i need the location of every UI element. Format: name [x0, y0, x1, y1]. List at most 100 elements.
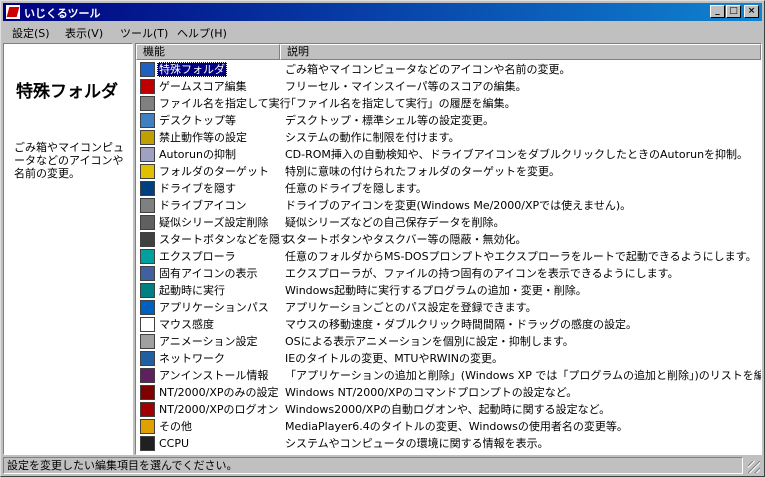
list-item[interactable]: その他 MediaPlayer6.4のタイトルの変更、Windowsの使用者名の変…: [136, 418, 761, 435]
list-item-description: アプリケーションごとのパス設定を登録できます。: [285, 301, 537, 314]
uninstall-icon: [140, 368, 155, 383]
title-bar[interactable]: いじくるツール _ □ ×: [3, 3, 762, 21]
list-item-name: NT/2000/XPのログオン: [159, 403, 279, 416]
cpu-icon: [140, 436, 155, 451]
nt-settings-icon: [140, 385, 155, 400]
main-window: いじくるツール _ □ × 設定(S) 表示(V) ツール(T) ヘルプ(H) …: [0, 0, 765, 477]
explorer-icon: [140, 249, 155, 264]
list-item[interactable]: アプリケーションパス アプリケーションごとのパス設定を登録できます。: [136, 299, 761, 316]
list-item-description: MediaPlayer6.4のタイトルの変更、Windowsの使用者名の変更等。: [285, 420, 628, 433]
desktop-icon: [140, 113, 155, 128]
list-item-description: システムやコンピュータの環境に関する情報を表示。: [285, 437, 549, 450]
list-item-description: 任意のフォルダからMS-DOSプロンプトやエクスプローラをルートで起動できるよう…: [285, 250, 757, 263]
status-bar: 設定を変更したい編集項目を選んでください。: [3, 457, 762, 475]
list-item[interactable]: ドライブを隠す 任意のドライブを隠します。: [136, 180, 761, 197]
list-item-description: エクスプローラが、ファイルの持つ固有のアイコンを表示できるようにします。: [285, 267, 679, 280]
list-item-description: ごみ箱やマイコンピュータなどのアイコンや名前の変更。: [285, 63, 571, 76]
list-item-name: 疑似シリーズ設定削除: [159, 216, 269, 229]
list-item-name: アニメーション設定: [159, 335, 258, 348]
drive-icon: [140, 198, 155, 213]
list-item-description: 疑似シリーズなどの自己保存データを削除。: [285, 216, 505, 229]
list-item-name: ネットワーク: [159, 352, 225, 365]
column-header-description[interactable]: 説明: [280, 44, 761, 60]
list-item-name: ドライブを隠す: [159, 182, 236, 195]
list-item[interactable]: 禁止動作等の設定 システムの動作に制限を付けます。: [136, 129, 761, 146]
list-item[interactable]: 疑似シリーズ設定削除 疑似シリーズなどの自己保存データを削除。: [136, 214, 761, 231]
list-item-name: ゲームスコア編集: [159, 80, 247, 93]
folder-blue-icon: [140, 62, 155, 77]
close-button[interactable]: ×: [744, 5, 759, 18]
list-item-name: ドライブアイコン: [159, 199, 247, 212]
list-item-description: 「ファイル名を指定して実行」の履歴を編集。: [285, 97, 516, 110]
list-item[interactable]: アンインストール情報 「アプリケーションの追加と削除」(Windows XP では…: [136, 367, 761, 384]
list-item-name: アンインストール情報: [159, 369, 269, 382]
list-item[interactable]: 特殊フォルダ ごみ箱やマイコンピュータなどのアイコンや名前の変更。: [136, 61, 761, 78]
cdrom-icon: [140, 147, 155, 162]
animation-icon: [140, 334, 155, 349]
list-item-name: フォルダのターゲット: [159, 165, 269, 178]
window-title: いじくるツール: [24, 7, 101, 20]
start-button-icon: [140, 232, 155, 247]
list-item-description: システムの動作に制限を付けます。: [285, 131, 460, 144]
dice-icon: [140, 79, 155, 94]
misc-icon: [140, 419, 155, 434]
info-panel: 特殊フォルダ ごみ箱やマイコンピュータなどのアイコンや名前の変更。: [3, 43, 133, 455]
list-item-description: OSによる表示アニメーションを個別に設定・抑制します。: [285, 335, 574, 348]
info-description: ごみ箱やマイコンピュータなどのアイコンや名前の変更。: [14, 141, 124, 180]
column-header-feature[interactable]: 機能: [136, 44, 280, 60]
list-item[interactable]: NT/2000/XPのログオン Windows2000/XPの自動ログオンや、起動…: [136, 401, 761, 418]
run-icon: [140, 96, 155, 111]
list-item-description: スタートボタンやタスクバー等の隠蔽・無効化。: [285, 233, 527, 246]
list-item-name: デスクトップ等: [159, 114, 236, 127]
list-item[interactable]: Autorunの抑制 CD-ROM挿入の自動検知や、ドライブアイコンをダブルクリッ…: [136, 146, 761, 163]
menu-bar: 設定(S) 表示(V) ツール(T) ヘルプ(H): [3, 22, 762, 41]
minimize-button[interactable]: _: [710, 5, 725, 18]
resize-grip-icon[interactable]: [748, 461, 760, 473]
menu-help[interactable]: ヘルプ(H): [177, 25, 227, 41]
list-item-description: 任意のドライブを隠します。: [285, 182, 427, 195]
menu-tools[interactable]: ツール(T): [120, 25, 168, 41]
list-item[interactable]: アニメーション設定 OSによる表示アニメーションを個別に設定・抑制します。: [136, 333, 761, 350]
app-icon[interactable]: [6, 5, 20, 19]
list-item-name: その他: [159, 420, 192, 433]
list-item-description: IEのタイトルの変更、MTUやRWINの変更。: [285, 352, 504, 365]
menu-view[interactable]: 表示(V): [65, 25, 103, 41]
list-item[interactable]: マウス感度 マウスの移動速度・ダブルクリック時間間隔・ドラッグの感度の設定。: [136, 316, 761, 333]
list-item-description: デスクトップ・標準シェル等の設定変更。: [285, 114, 494, 127]
list-item[interactable]: 固有アイコンの表示 エクスプローラが、ファイルの持つ固有のアイコンを表示できるよう…: [136, 265, 761, 282]
list-item[interactable]: デスクトップ等 デスクトップ・標準シェル等の設定変更。: [136, 112, 761, 129]
list-item-name: アプリケーションパス: [159, 301, 269, 314]
list-item[interactable]: NT/2000/XPのみの設定 Windows NT/2000/XPのコマンドプロ…: [136, 384, 761, 401]
list-item[interactable]: ドライブアイコン ドライブのアイコンを変更(Windows Me/2000/XPで…: [136, 197, 761, 214]
list-item-description: CD-ROM挿入の自動検知や、ドライブアイコンをダブルクリックしたときのAuto…: [285, 148, 749, 161]
nt-logon-icon: [140, 402, 155, 417]
network-icon: [140, 351, 155, 366]
list-item-name: エクスプローラ: [159, 250, 236, 263]
list-item-description: 特別に意味の付けられたフォルダのターゲットを変更。: [285, 165, 560, 178]
list-item[interactable]: CCPU システムやコンピュータの環境に関する情報を表示。: [136, 435, 761, 452]
list-item-description: 「アプリケーションの追加と削除」(Windows XP では「プログラムの追加と…: [285, 369, 761, 382]
list-item[interactable]: スタートボタンなどを隠す スタートボタンやタスクバー等の隠蔽・無効化。: [136, 231, 761, 248]
list-item[interactable]: ファイル名を指定して実行 「ファイル名を指定して実行」の履歴を編集。: [136, 95, 761, 112]
list-item-name: 禁止動作等の設定: [159, 131, 247, 144]
list-item-description: ドライブのアイコンを変更(Windows Me/2000/XPでは使えません)。: [285, 199, 632, 212]
floppy-icon: [140, 181, 155, 196]
menu-settings[interactable]: 設定(S): [12, 25, 50, 41]
maximize-button[interactable]: □: [726, 5, 741, 18]
list-item-name: 固有アイコンの表示: [159, 267, 258, 280]
list-item[interactable]: ネットワーク IEのタイトルの変更、MTUやRWINの変更。: [136, 350, 761, 367]
list-item[interactable]: 起動時に実行 Windows起動時に実行するプログラムの追加・変更・削除。: [136, 282, 761, 299]
feature-list[interactable]: 機能 説明 特殊フォルダ ごみ箱やマイコンピュータなどのアイコンや名前の変更。 ゲー…: [135, 43, 762, 455]
list-item-description: Windows2000/XPの自動ログオンや、起動時に関する設定など。: [285, 403, 611, 416]
list-item-name: CCPU: [159, 437, 190, 450]
list-item[interactable]: フォルダのターゲット 特別に意味の付けられたフォルダのターゲットを変更。: [136, 163, 761, 180]
list-item-description: Windows起動時に実行するプログラムの追加・変更・削除。: [285, 284, 587, 297]
list-item-name: Autorunの抑制: [159, 148, 237, 161]
list-item[interactable]: エクスプローラ 任意のフォルダからMS-DOSプロンプトやエクスプローラをルートで…: [136, 248, 761, 265]
list-item-description: Windows NT/2000/XPのコマンドプロンプトの設定など。: [285, 386, 578, 399]
list-item-name: ファイル名を指定して実行: [159, 97, 291, 110]
list-item[interactable]: ゲームスコア編集 フリーセル・マインスイーパ等のスコアの編集。: [136, 78, 761, 95]
app-path-icon: [140, 300, 155, 315]
status-text: 設定を変更したい編集項目を選んでください。: [3, 457, 743, 474]
list-item-name: マウス感度: [159, 318, 214, 331]
